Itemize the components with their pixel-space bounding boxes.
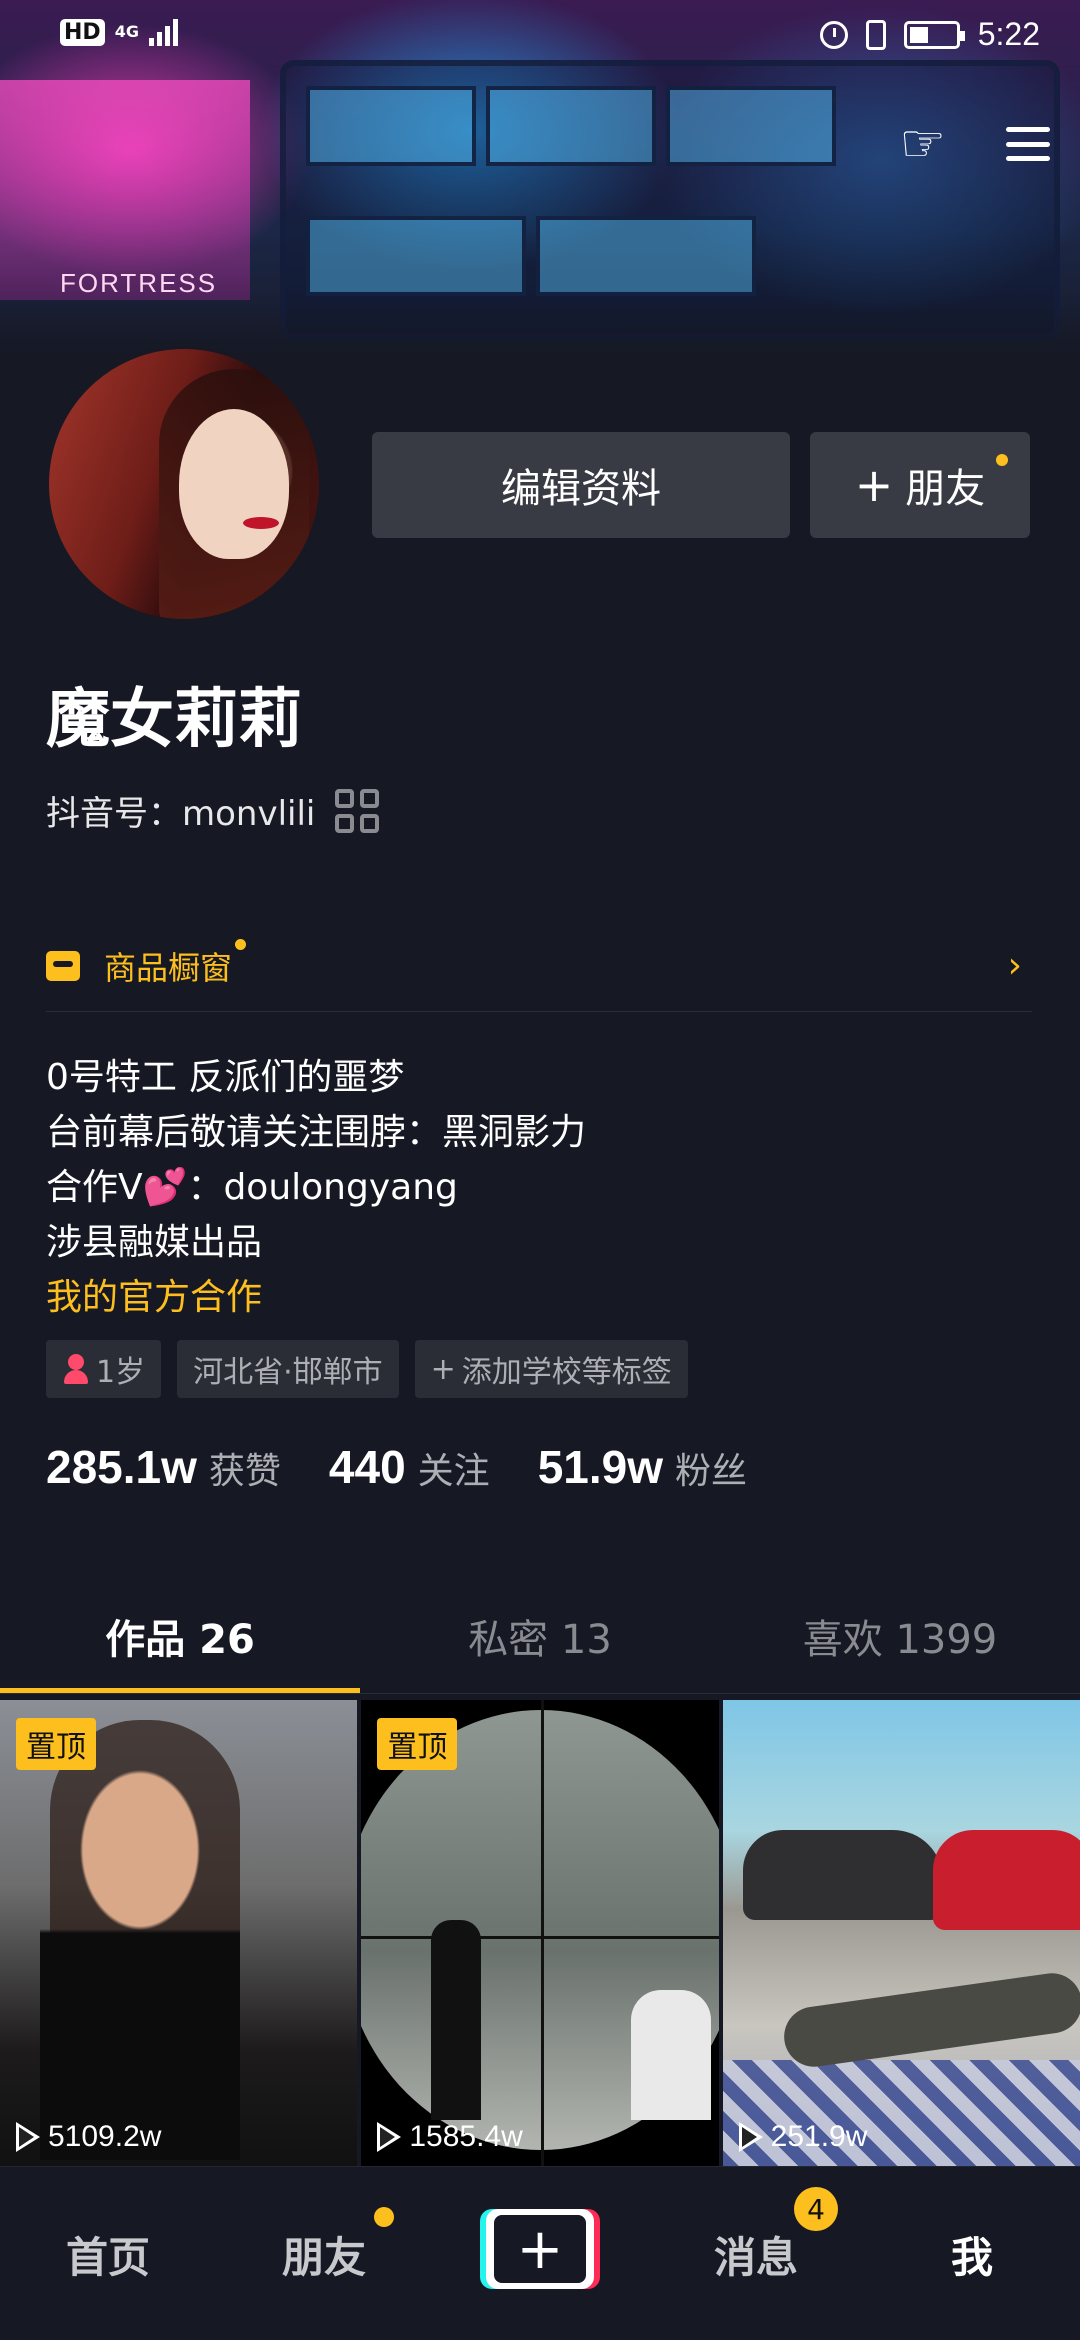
bio: 0号特工 反派们的噩梦 台前幕后敬请关注围脖：黑洞影力 合作V💕：doulong… xyxy=(46,1050,586,1325)
network-type: 4G xyxy=(114,22,139,41)
cover-bus-shape xyxy=(280,60,1060,340)
view-count-value: 1585.4w xyxy=(409,2120,523,2153)
signal-icon xyxy=(148,18,178,46)
status-time: 5:22 xyxy=(977,16,1040,52)
plus-icon: + xyxy=(516,2216,564,2282)
age-tag-label: 1岁 xyxy=(96,1355,146,1390)
shop-dot xyxy=(235,938,247,950)
shop-window-label: 商品橱窗 xyxy=(104,948,233,987)
avatar-face xyxy=(179,409,289,559)
shop-window-row[interactable]: 商品橱窗 › xyxy=(46,920,1032,1012)
likes-stat[interactable]: 285.1w 获赞 xyxy=(46,1440,281,1494)
top-actions: ☞ xyxy=(899,118,1050,170)
crosshair-line xyxy=(361,1936,719,1939)
douyin-id-label: 抖音号： xyxy=(46,794,182,834)
play-icon xyxy=(16,2122,40,2152)
menu-icon[interactable] xyxy=(1006,127,1050,161)
hd-badge: HD xyxy=(60,18,105,46)
avatar-lips xyxy=(243,517,279,529)
play-icon xyxy=(738,2122,763,2152)
cover-bus-window xyxy=(486,86,656,166)
profile-stats: 285.1w 获赞 440 关注 51.9w 粉丝 xyxy=(46,1440,747,1494)
following-label: 关注 xyxy=(417,1451,490,1492)
video-thumbnail[interactable]: 置顶 5109.2w xyxy=(0,1700,358,2166)
add-school-tag-button[interactable]: + 添加学校等标签 xyxy=(414,1340,688,1398)
nav-friends[interactable]: 朋友 xyxy=(216,2167,432,2340)
thumb-art xyxy=(431,1920,482,2120)
view-count-value: 251.9w xyxy=(770,2120,868,2153)
cover-sign-text: FORTRESS xyxy=(60,268,218,298)
avatar[interactable] xyxy=(46,346,322,622)
view-count: 251.9w xyxy=(738,2120,868,2154)
following-stat[interactable]: 440 关注 xyxy=(329,1440,490,1494)
view-count-value: 5109.2w xyxy=(48,2120,162,2153)
thumb-art xyxy=(742,1830,943,1920)
shop-label-wrap: 商品橱窗 xyxy=(104,938,247,989)
tab-works[interactable]: 作品 26 xyxy=(0,1578,360,1694)
nav-home[interactable]: 首页 xyxy=(0,2167,216,2340)
pointing-hand-icon[interactable]: ☞ xyxy=(899,118,946,170)
battery-icon xyxy=(903,20,965,49)
qr-code-icon[interactable] xyxy=(335,788,380,833)
add-friend-label: 朋友 xyxy=(905,466,986,512)
edit-profile-button[interactable]: 编辑资料 xyxy=(372,432,790,538)
following-count: 440 xyxy=(328,1441,406,1493)
view-count: 5109.2w xyxy=(16,2120,161,2154)
tab-private[interactable]: 私密 13 xyxy=(360,1578,720,1694)
plus-icon: + xyxy=(430,1351,456,1387)
notification-dot xyxy=(996,454,1008,466)
thumb-art xyxy=(631,1990,712,2120)
thumb-art xyxy=(40,1740,240,2160)
bio-line: 台前幕后敬请关注围脖：黑洞影力 xyxy=(46,1112,587,1153)
likes-label: 获赞 xyxy=(208,1451,281,1492)
official-cooperation-link[interactable]: 我的官方合作 xyxy=(46,1270,586,1325)
video-thumbnail[interactable]: 251.9w xyxy=(722,1700,1080,2166)
chevron-right-icon: › xyxy=(1007,945,1022,986)
location-tag: 河北省·邯郸市 xyxy=(177,1340,399,1398)
cover-bus-window xyxy=(666,86,836,166)
messages-badge: 4 xyxy=(794,2187,838,2231)
vibrate-icon xyxy=(865,19,886,50)
add-friend-button[interactable]: + 朋友 xyxy=(810,432,1030,538)
female-icon xyxy=(62,1354,90,1384)
cover-bus-window xyxy=(536,216,756,296)
cover-shop-sign-area xyxy=(0,80,250,300)
create-button[interactable]: + xyxy=(480,2209,600,2289)
followers-stat[interactable]: 51.9w 粉丝 xyxy=(538,1440,747,1494)
likes-count: 285.1w xyxy=(46,1441,197,1493)
nickname: 魔女莉莉 xyxy=(46,683,302,757)
douyin-id-row: 抖音号：monvlili xyxy=(46,786,380,835)
followers-label: 粉丝 xyxy=(675,1451,748,1492)
bio-line: 0号特工 反派们的噩梦 xyxy=(46,1057,405,1098)
plus-icon: + xyxy=(854,458,894,512)
thumb-art xyxy=(779,1969,1080,2071)
profile-tags: 1岁 河北省·邯郸市 + 添加学校等标签 xyxy=(46,1340,688,1398)
crosshair-line xyxy=(541,1700,545,2166)
bio-line: 涉县融媒出品 xyxy=(46,1222,263,1263)
tab-likes[interactable]: 喜欢 1399 xyxy=(720,1578,1080,1694)
video-thumbnail[interactable]: 置顶 1585.4w xyxy=(361,1700,719,2166)
followers-count: 51.9w xyxy=(537,1441,663,1493)
friends-notification-dot xyxy=(374,2207,394,2227)
add-school-tag-label: 添加学校等标签 xyxy=(461,1355,672,1390)
alarm-icon xyxy=(819,20,848,49)
cover-bus-window xyxy=(306,216,526,296)
video-grid: 置顶 5109.2w 置顶 1585.4w 251.9w xyxy=(0,1700,1080,2166)
pinned-badge: 置顶 xyxy=(16,1718,96,1770)
pinned-badge: 置顶 xyxy=(377,1718,458,1770)
bottom-nav: 首页 朋友 + 消息 4 我 xyxy=(0,2166,1080,2340)
tabs-divider xyxy=(0,1693,1080,1694)
age-tag: 1岁 xyxy=(46,1340,162,1398)
nav-me[interactable]: 我 xyxy=(864,2167,1080,2340)
view-count: 1585.4w xyxy=(377,2120,523,2154)
nav-friends-label: 朋友 xyxy=(281,2232,366,2282)
thumb-art xyxy=(932,1830,1080,1930)
play-icon xyxy=(377,2122,402,2152)
content-tabs: 作品 26 私密 13 喜欢 1399 xyxy=(0,1578,1080,1694)
bio-line: 合作V💕：doulongyang xyxy=(46,1167,458,1208)
shop-icon xyxy=(46,950,80,981)
cover-bus-window xyxy=(306,86,476,166)
douyin-id-value: monvlili xyxy=(182,794,316,834)
status-bar: HD 4G 5:22 xyxy=(0,0,1080,74)
